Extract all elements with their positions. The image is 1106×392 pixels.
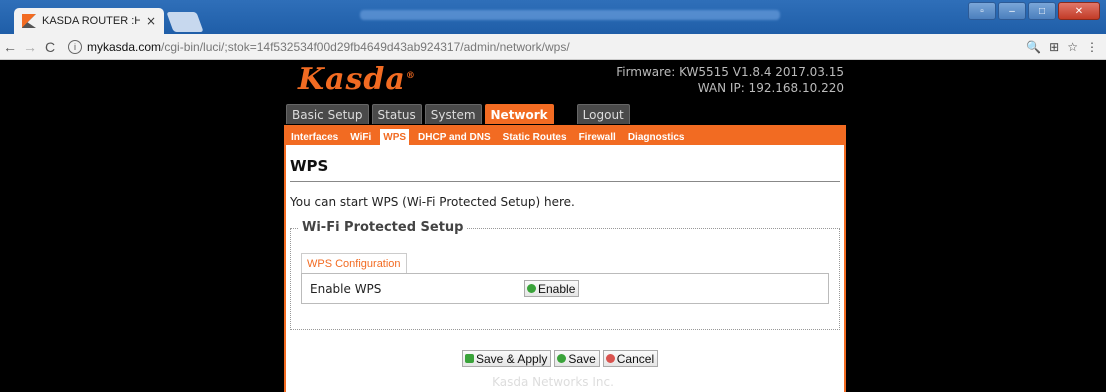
blurred-window-title <box>360 10 780 20</box>
save-label: Save <box>568 351 596 366</box>
enable-wps-label: Enable WPS <box>310 282 382 296</box>
tab-wps-configuration[interactable]: WPS Configuration <box>301 253 407 273</box>
minimize-window-icon[interactable]: – <box>998 2 1026 20</box>
page-footer: Kasda Networks Inc. <box>492 375 614 389</box>
toolbar-icons: 🔍 ⊞ ☆ ⋮ <box>1026 40 1098 54</box>
window-controls: ▫ – □ ✕ <box>968 2 1100 20</box>
bookmark-star-icon[interactable]: ☆ <box>1067 40 1078 54</box>
maximize-window-icon[interactable]: □ <box>1028 2 1056 20</box>
menu-system[interactable]: System <box>424 104 482 124</box>
check-icon <box>527 284 536 293</box>
translate-icon[interactable]: ⊞ <box>1049 40 1059 54</box>
save-icon <box>557 354 567 363</box>
browser-tab[interactable]: KASDA ROUTER :Home × <box>14 8 164 34</box>
submenu-wps[interactable]: WPS <box>380 129 410 145</box>
tab-title: KASDA ROUTER :Home <box>42 15 140 27</box>
address-bar: ← → C i mykasda.com /cgi-bin/luci/;stok=… <box>0 34 1106 60</box>
main-menu: Basic Setup Status System Network Logout <box>286 104 630 124</box>
apply-icon <box>465 354 474 363</box>
page-description: You can start WPS (Wi-Fi Protected Setup… <box>290 195 575 209</box>
submenu-interfaces[interactable]: Interfaces <box>288 129 341 145</box>
reload-icon[interactable]: C <box>40 39 60 55</box>
submenu-diagnostics[interactable]: Diagnostics <box>625 129 688 145</box>
router-page: Kasda® Firmware: KW5515 V1.8.4 2017.03.1… <box>0 60 1106 392</box>
wps-config-row: Enable WPS Enable <box>301 273 829 304</box>
kasda-favicon-icon <box>22 14 36 28</box>
menu-status[interactable]: Status <box>371 104 422 124</box>
close-window-icon[interactable]: ✕ <box>1058 2 1100 20</box>
submenu-dhcp-dns[interactable]: DHCP and DNS <box>415 129 494 145</box>
content-panel: WPS You can start WPS (Wi-Fi Protected S… <box>284 145 846 392</box>
enable-wps-button[interactable]: Enable <box>524 280 580 297</box>
url-path: /cgi-bin/luci/;stok=14f532534f00d29fb464… <box>161 39 570 54</box>
zoom-icon[interactable]: 🔍 <box>1026 40 1041 54</box>
form-actions: Save & Apply Save Cancel <box>462 350 659 367</box>
menu-network[interactable]: Network <box>484 104 554 124</box>
logo-registered-mark: ® <box>405 71 416 81</box>
wan-ip: WAN IP: 192.168.10.220 <box>697 81 844 95</box>
save-button[interactable]: Save <box>554 350 600 367</box>
cancel-button[interactable]: Cancel <box>602 350 659 367</box>
url-host: mykasda.com <box>87 39 162 54</box>
page-title: WPS <box>290 157 329 175</box>
network-submenu: Interfaces WiFi WPS DHCP and DNS Static … <box>284 125 846 145</box>
save-apply-label: Save & Apply <box>476 351 548 366</box>
title-divider <box>290 181 840 182</box>
submenu-static-routes[interactable]: Static Routes <box>500 129 570 145</box>
wps-fieldset: Wi-Fi Protected Setup WPS Configuration … <box>290 220 840 330</box>
restore-window-icon[interactable]: ▫ <box>968 2 996 20</box>
menu-basic-setup[interactable]: Basic Setup <box>286 104 369 124</box>
kasda-logo: Kasda® <box>298 62 416 97</box>
site-info-icon[interactable]: i <box>68 39 82 54</box>
menu-icon[interactable]: ⋮ <box>1086 40 1098 54</box>
url-field[interactable]: i mykasda.com /cgi-bin/luci/;stok=14f532… <box>68 37 1026 57</box>
new-tab-button[interactable] <box>166 12 204 32</box>
firmware-info: Firmware: KW5515 V1.8.4 2017.03.15 WAN I… <box>616 64 844 96</box>
window-titlebar: KASDA ROUTER :Home × ▫ – □ ✕ <box>0 0 1106 34</box>
cancel-icon <box>605 354 615 363</box>
back-icon[interactable]: ← <box>0 39 20 55</box>
menu-logout[interactable]: Logout <box>576 104 630 124</box>
forward-icon[interactable]: → <box>20 39 40 55</box>
tab-close-icon[interactable]: × <box>146 14 156 28</box>
firmware-version: Firmware: KW5515 V1.8.4 2017.03.15 <box>616 65 844 79</box>
submenu-firewall[interactable]: Firewall <box>576 129 619 145</box>
logo-text: Kasda <box>298 62 406 97</box>
save-apply-button[interactable]: Save & Apply <box>462 350 552 367</box>
enable-button-label: Enable <box>538 281 576 296</box>
cancel-label: Cancel <box>616 351 655 366</box>
submenu-wifi[interactable]: WiFi <box>347 129 374 145</box>
fieldset-legend: Wi-Fi Protected Setup <box>299 220 467 235</box>
